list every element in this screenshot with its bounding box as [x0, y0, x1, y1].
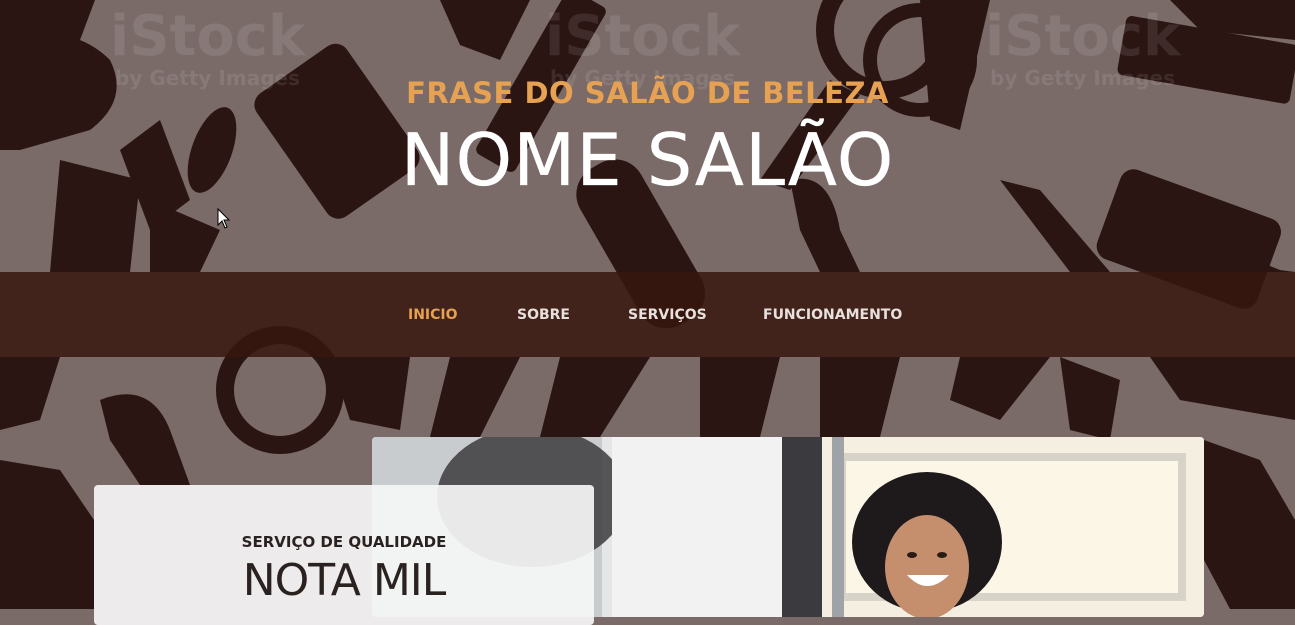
- svg-text:iStock: iStock: [545, 4, 742, 69]
- nav-item-funcionamento[interactable]: FUNCIONAMENTO: [763, 307, 902, 323]
- main-navbar: INICIO SOBRE SERVIÇOS FUNCIONAMENTO: [0, 272, 1295, 357]
- salon-name-title: NOME SALÃO: [400, 118, 895, 202]
- nav-item-inicio[interactable]: INICIO: [408, 307, 458, 323]
- cursor-icon: [217, 208, 231, 229]
- svg-text:iStock: iStock: [110, 4, 307, 69]
- card-subtitle: SERVIÇO DE QUALIDADE: [241, 533, 447, 551]
- quality-card: SERVIÇO DE QUALIDADE NOTA MIL: [94, 485, 594, 625]
- svg-text:iStock: iStock: [985, 4, 1182, 69]
- nav-item-sobre[interactable]: SOBRE: [517, 307, 570, 323]
- salon-tagline: FRASE DO SALÃO DE BELEZA: [406, 76, 889, 110]
- nav-item-servicos[interactable]: SERVIÇOS: [628, 307, 707, 323]
- card-title: NOTA MIL: [242, 555, 447, 606]
